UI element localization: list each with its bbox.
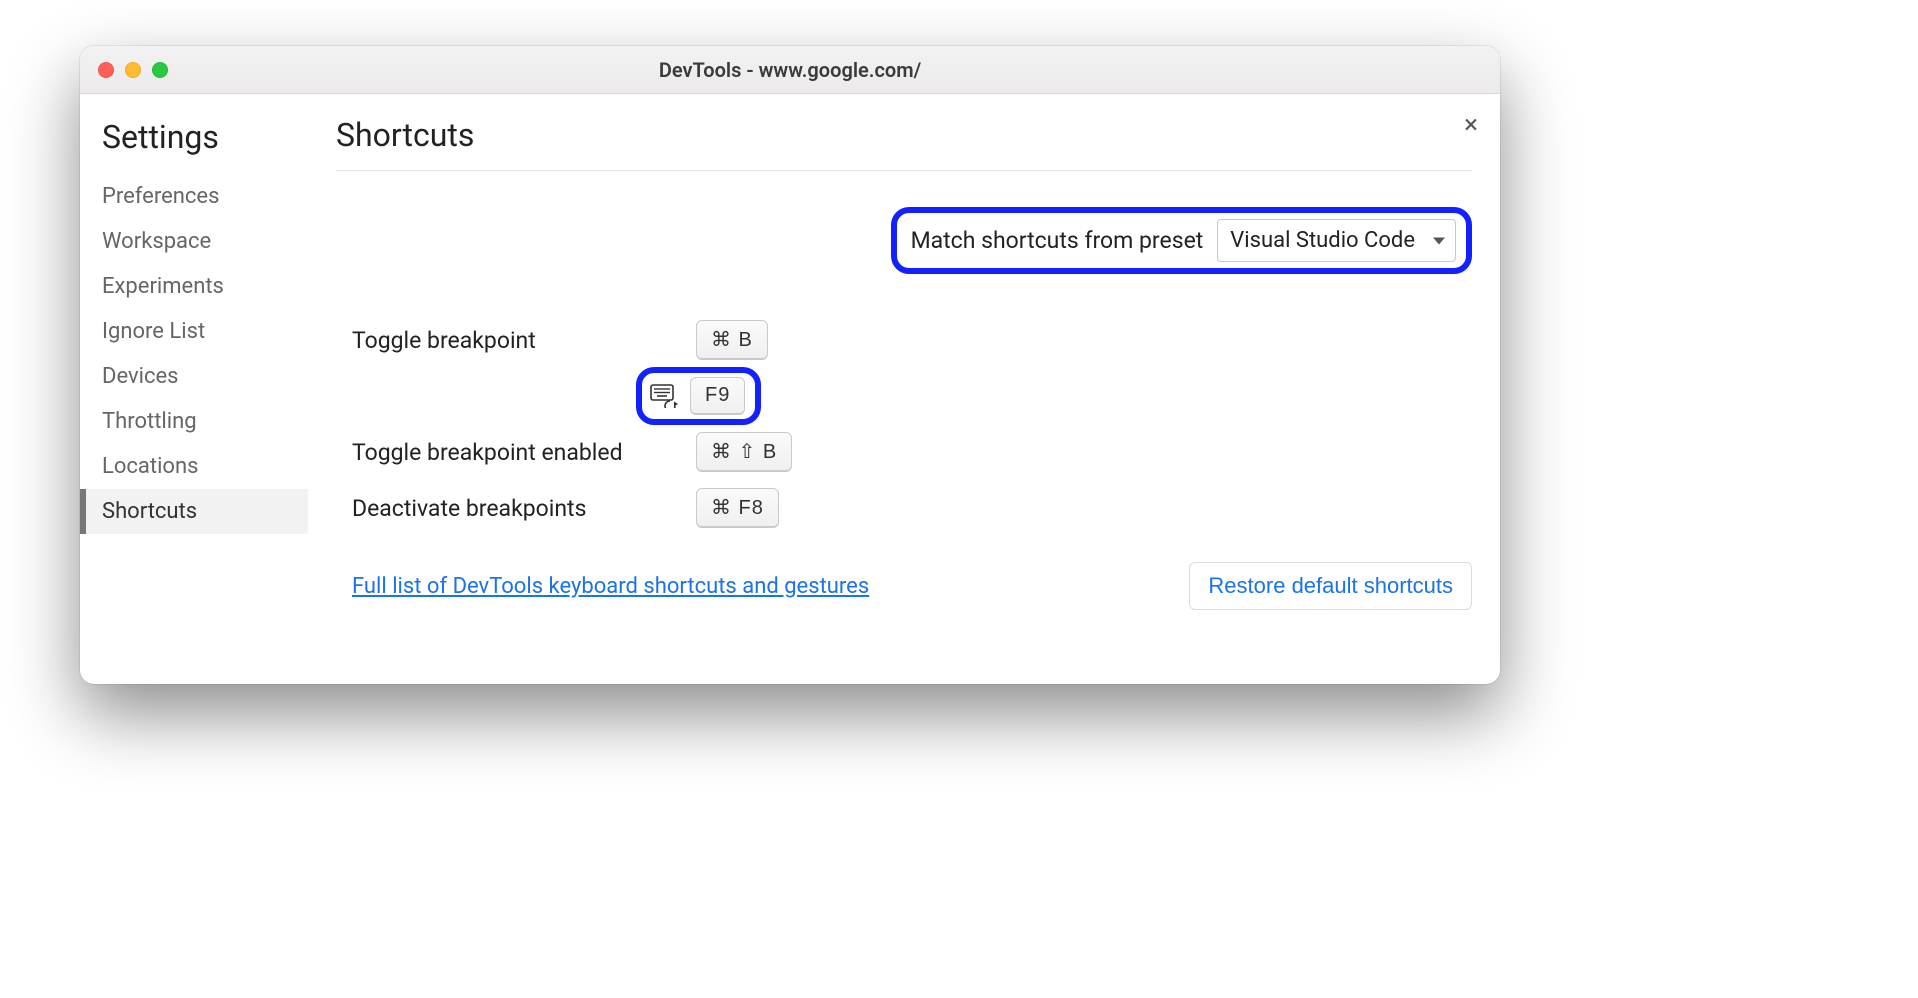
titlebar: DevTools - www.google.com/ xyxy=(80,46,1500,94)
shortcut-label: Toggle breakpoint xyxy=(336,327,696,354)
app-window: DevTools - www.google.com/ × Settings Pr… xyxy=(80,46,1500,684)
shortcut-keys: ⌘ F8 xyxy=(696,488,779,528)
sidebar-item-locations[interactable]: Locations xyxy=(80,444,308,489)
bottom-row: Full list of DevTools keyboard shortcuts… xyxy=(336,562,1472,610)
shortcut-row: Deactivate breakpoints ⌘ F8 xyxy=(336,482,1472,534)
sidebar-item-experiments[interactable]: Experiments xyxy=(80,264,308,309)
settings-title: Settings xyxy=(80,116,308,174)
shortcut-keycap: ⌘ B xyxy=(696,320,768,360)
shortcut-row: Toggle breakpoint ⌘ B xyxy=(336,314,1472,366)
chevron-down-icon xyxy=(1433,237,1445,244)
docs-link[interactable]: Full list of DevTools keyboard shortcuts… xyxy=(352,574,869,599)
restore-defaults-button[interactable]: Restore default shortcuts xyxy=(1189,562,1472,610)
window-title: DevTools - www.google.com/ xyxy=(80,58,1500,82)
preset-row: Match shortcuts from preset Visual Studi… xyxy=(336,207,1472,274)
sidebar-item-workspace[interactable]: Workspace xyxy=(80,219,308,264)
shortcut-keys: ⌘ B xyxy=(696,320,768,360)
sidebar-item-throttling[interactable]: Throttling xyxy=(80,399,308,444)
shortcut-label: Deactivate breakpoints xyxy=(336,495,696,522)
shortcut-keycap: F9 xyxy=(690,377,745,415)
sidebar-item-ignore-list[interactable]: Ignore List xyxy=(80,309,308,354)
shortcut-label: Toggle breakpoint enabled xyxy=(336,439,696,466)
sidebar-item-preferences[interactable]: Preferences xyxy=(80,174,308,219)
preset-select-value: Visual Studio Code xyxy=(1230,228,1415,253)
preset-label: Match shortcuts from preset xyxy=(911,227,1204,254)
settings-main: Shortcuts Match shortcuts from preset Vi… xyxy=(308,94,1500,684)
shortcut-rows: Toggle breakpoint ⌘ B xyxy=(336,314,1472,534)
shortcut-keycap: ⌘ F8 xyxy=(696,488,779,528)
shortcut-row: Toggle breakpoint enabled ⌘ ⇧ B xyxy=(336,426,1472,478)
preset-select[interactable]: Visual Studio Code xyxy=(1217,219,1456,262)
shortcut-keys: ⌘ ⇧ B xyxy=(696,432,792,472)
sidebar-item-shortcuts[interactable]: Shortcuts xyxy=(80,489,308,534)
keyboard-reset-icon xyxy=(650,384,680,408)
shortcut-annotation-highlight: F9 xyxy=(636,367,761,425)
sidebar-item-devices[interactable]: Devices xyxy=(80,354,308,399)
page-title: Shortcuts xyxy=(336,116,1472,171)
settings-sidebar: Settings Preferences Workspace Experimen… xyxy=(80,94,308,684)
preset-annotation-highlight: Match shortcuts from preset Visual Studi… xyxy=(891,207,1472,274)
shortcut-keycap: ⌘ ⇧ B xyxy=(696,432,792,472)
shortcut-row: F9 xyxy=(336,370,1472,422)
settings-content: × Settings Preferences Workspace Experim… xyxy=(80,94,1500,684)
